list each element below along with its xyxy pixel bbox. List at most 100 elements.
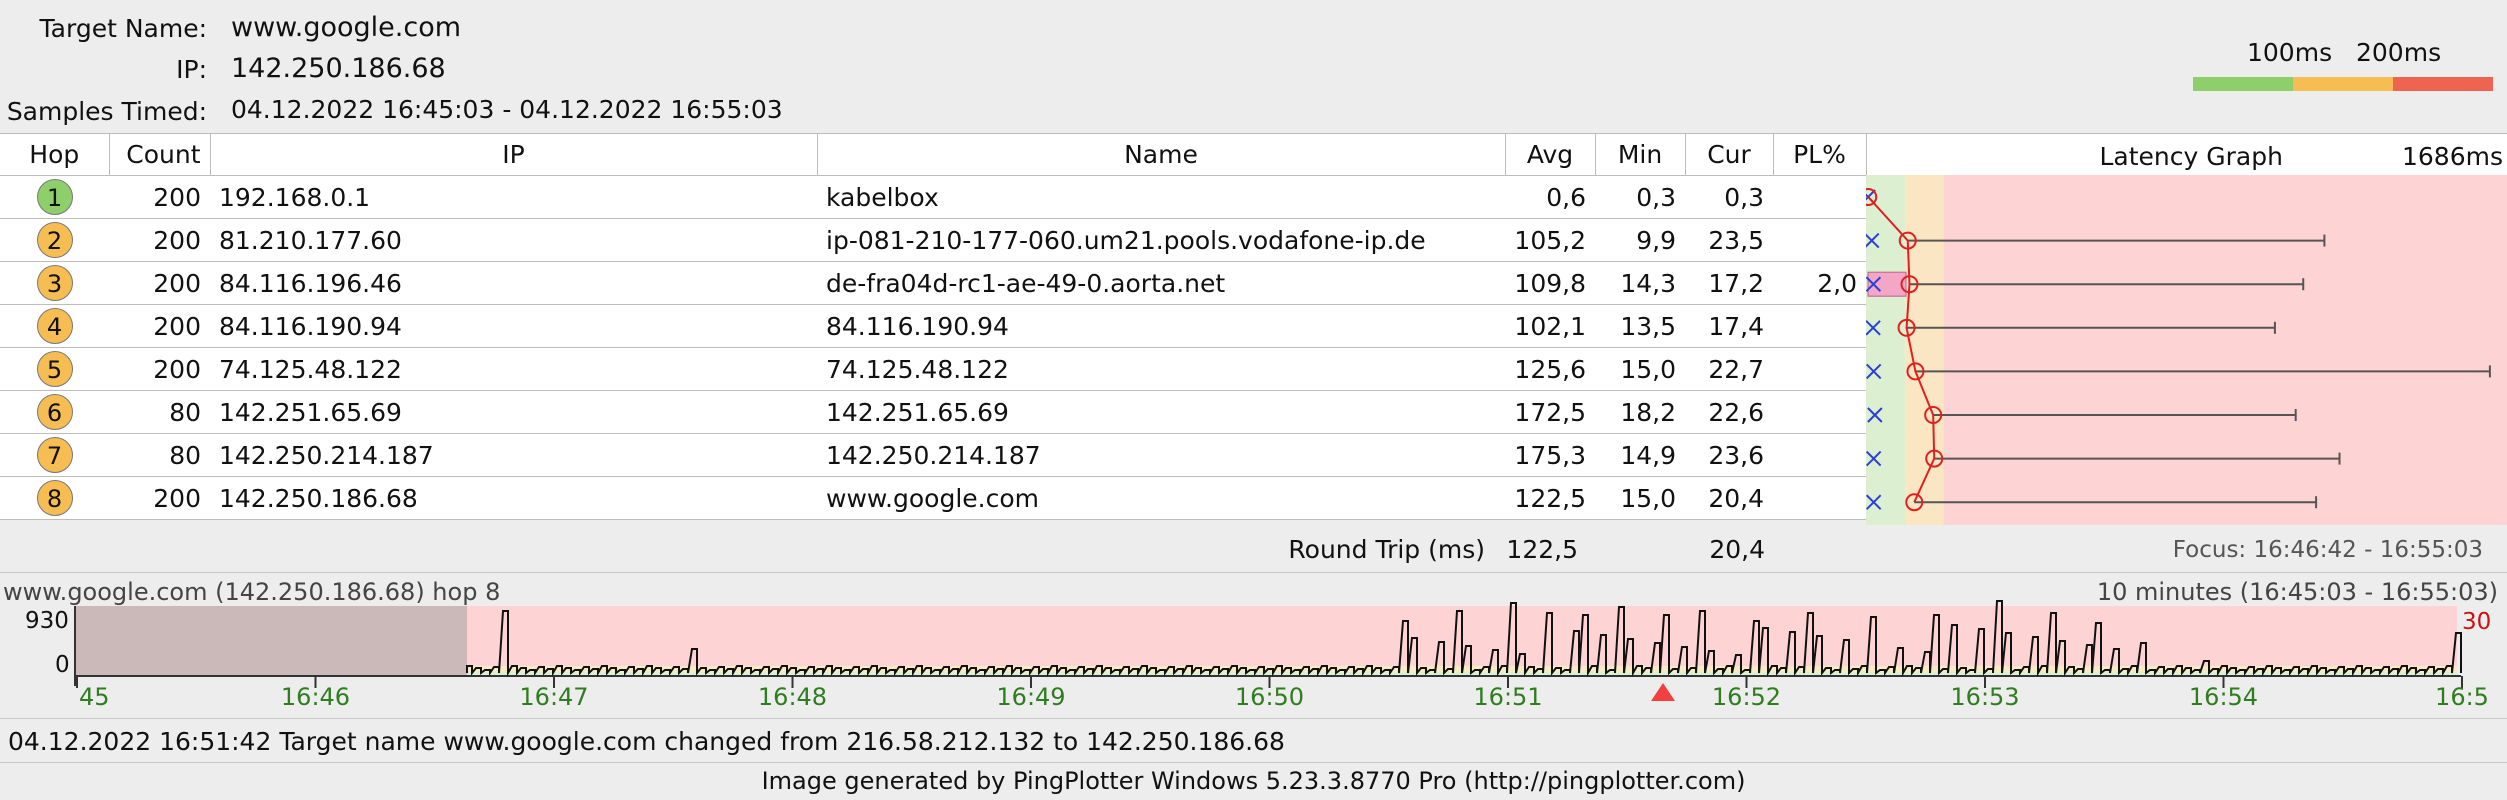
round-trip-avg: 122,5	[1506, 535, 1578, 564]
hop-cell: 3	[0, 261, 109, 305]
avg-cell: 105,2	[1505, 218, 1595, 262]
scale-100ms-label: 100ms	[2247, 38, 2333, 67]
event-message: 04.12.2022 16:51:42 Target name www.goog…	[8, 727, 1285, 756]
pl-cell	[1773, 390, 1866, 434]
hop-cell: 7	[0, 433, 109, 477]
column-header-name[interactable]: Name	[816, 133, 1505, 176]
pl-cell	[1773, 304, 1866, 348]
ip-cell: 84.116.196.46	[210, 261, 817, 305]
cur-cell: 20,4	[1685, 476, 1773, 520]
timeline-x-label: 16:50	[1235, 683, 1304, 710]
timeline-x-label: 16:52	[1712, 683, 1781, 710]
latency-zone-bad	[1943, 175, 2507, 525]
hop-cell: 8	[0, 476, 109, 520]
column-header-ip[interactable]: IP	[209, 133, 817, 176]
column-header-avg[interactable]: Avg	[1504, 133, 1595, 176]
avg-cell: 0,6	[1505, 175, 1595, 219]
count-cell: 200	[109, 304, 210, 348]
timeline-x-label: 45	[79, 683, 110, 710]
hop-cell: 4	[0, 304, 109, 348]
name-cell: kabelbox	[817, 175, 1505, 219]
pl-cell	[1773, 476, 1866, 520]
ip-cell: 84.116.190.94	[210, 304, 817, 348]
name-cell: 74.125.48.122	[817, 347, 1505, 391]
column-header-cur[interactable]: Cur	[1684, 133, 1773, 176]
timeline-x-label: 16:54	[2189, 683, 2258, 710]
hop-cell: 1	[0, 175, 109, 219]
min-cell: 18,2	[1595, 390, 1685, 434]
hop-status-icon: 4	[36, 308, 73, 344]
count-cell: 200	[109, 218, 210, 262]
ip-cell: 81.210.177.60	[210, 218, 817, 262]
column-header-latency-graph[interactable]: Latency Graph 1686ms	[1865, 133, 2507, 176]
avg-cell: 125,6	[1505, 347, 1595, 391]
samples-timed-label: Samples Timed:	[6, 97, 207, 126]
divider	[0, 718, 2507, 719]
ip-cell: 192.168.0.1	[210, 175, 817, 219]
hop-status-icon: 1	[36, 179, 73, 215]
timeline-x-label: 16:46	[281, 683, 350, 710]
name-cell: www.google.com	[817, 476, 1505, 520]
column-header-min[interactable]: Min	[1594, 133, 1685, 176]
latency-graph-max: 1686ms	[2401, 142, 2503, 171]
column-header-pl[interactable]: PL%	[1772, 133, 1866, 176]
avg-cell: 102,1	[1505, 304, 1595, 348]
avg-cell: 172,5	[1505, 390, 1595, 434]
pl-cell	[1773, 347, 1866, 391]
min-cell: 0,3	[1595, 175, 1685, 219]
event-marker-icon	[1651, 683, 1675, 701]
target-name-value: www.google.com	[231, 12, 462, 43]
ip-cell: 142.250.214.187	[210, 433, 817, 477]
column-header-hop[interactable]: Hop	[0, 133, 109, 176]
hop-cell: 2	[0, 218, 109, 262]
hop-status-icon: 3	[36, 265, 73, 301]
latency-zone-good	[1866, 175, 1906, 525]
pl-cell: 2,0	[1773, 261, 1866, 305]
cur-cell: 23,6	[1685, 433, 1773, 477]
pl-cell	[1773, 218, 1866, 262]
ip-cell: 142.250.186.68	[210, 476, 817, 520]
footer-credit: Image generated by PingPlotter Windows 5…	[761, 767, 1746, 795]
min-cell: 14,3	[1595, 261, 1685, 305]
divider	[0, 762, 2507, 763]
table-header-row: Hop Count IP Name Avg Min Cur PL% Latenc…	[0, 133, 2507, 176]
min-cell: 9,9	[1595, 218, 1685, 262]
cur-cell: 22,6	[1685, 390, 1773, 434]
ip-cell: 74.125.48.122	[210, 347, 817, 391]
min-cell: 15,0	[1595, 347, 1685, 391]
cur-cell: 22,7	[1685, 347, 1773, 391]
column-header-count[interactable]: Count	[108, 133, 210, 176]
scale-good-bar	[2193, 77, 2293, 91]
count-cell: 200	[109, 476, 210, 520]
name-cell: ip-081-210-177-060.um21.pools.vodafone-i…	[817, 218, 1505, 262]
name-cell: 142.250.214.187	[817, 433, 1505, 477]
scale-mid-bar	[2293, 77, 2393, 91]
min-cell: 15,0	[1595, 476, 1685, 520]
name-cell: 84.116.190.94	[817, 304, 1505, 348]
cur-cell: 17,2	[1685, 261, 1773, 305]
round-trip-cur: 20,4	[1709, 535, 1765, 564]
hop-status-icon: 5	[36, 351, 73, 387]
timeline-x-label: 16:47	[519, 683, 588, 710]
focus-range: Focus: 16:46:42 - 16:55:03	[2172, 537, 2483, 563]
timeline-x-label: 16:5	[2435, 683, 2489, 710]
timeline-x-label: 16:48	[758, 683, 827, 710]
round-trip-label: Round Trip (ms)	[1288, 535, 1485, 564]
timeline-x-label: 16:53	[1950, 683, 2019, 710]
count-cell: 200	[109, 261, 210, 305]
hop-status-icon: 6	[36, 394, 73, 430]
cur-cell: 0,3	[1685, 175, 1773, 219]
hop-cell: 5	[0, 347, 109, 391]
timeline-chart[interactable]: 45 16:46 16:47 16:48 16:49 16:50 16:51 16:52 16:…	[0, 600, 2507, 710]
ip-label: IP:	[176, 55, 207, 84]
name-cell: de-fra04d-rc1-ae-49-0.aorta.net	[817, 261, 1505, 305]
samples-timed-value: 04.12.2022 16:45:03 - 04.12.2022 16:55:0…	[231, 95, 783, 124]
divider	[0, 572, 2507, 573]
latency-graph	[1866, 175, 2507, 525]
pl-cell	[1773, 433, 1866, 477]
ip-value: 142.250.186.68	[231, 53, 446, 84]
pl-cell	[1773, 175, 1866, 219]
avg-cell: 175,3	[1505, 433, 1595, 477]
count-cell: 200	[109, 347, 210, 391]
hop-status-icon: 2	[36, 222, 73, 258]
